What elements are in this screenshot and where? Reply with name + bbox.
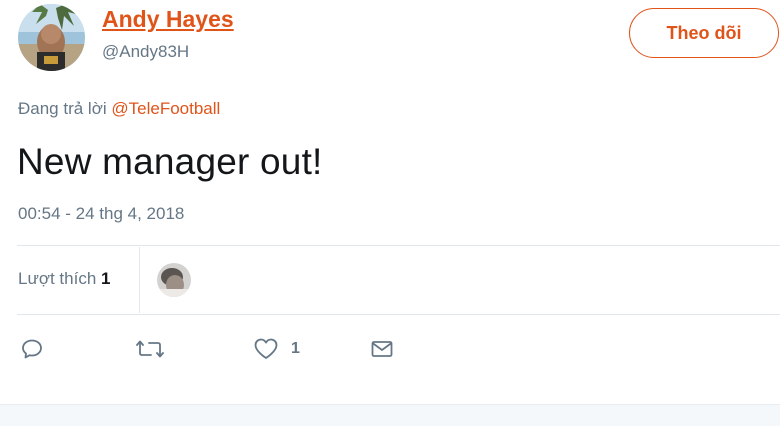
divider bbox=[17, 245, 780, 246]
heart-icon bbox=[253, 337, 279, 361]
user-handle: @Andy83H bbox=[102, 42, 190, 61]
mention-link[interactable]: @TeleFootball bbox=[111, 99, 220, 118]
user-name[interactable]: Andy Hayes bbox=[102, 6, 234, 33]
liker-avatar[interactable] bbox=[157, 263, 191, 297]
divider bbox=[17, 314, 780, 315]
tweet-timestamp[interactable]: 00:54 - 24 thg 4, 2018 bbox=[18, 204, 184, 224]
likes-separator bbox=[139, 247, 140, 313]
reply-icon bbox=[20, 337, 44, 361]
like-button[interactable]: 1 bbox=[253, 335, 300, 363]
retweet-icon bbox=[136, 337, 164, 361]
avatar[interactable] bbox=[18, 4, 85, 71]
like-count: 1 bbox=[291, 340, 300, 357]
follow-button[interactable]: Theo dõi bbox=[629, 8, 779, 58]
footer-band bbox=[0, 404, 780, 426]
replying-to: Đang trả lời @TeleFootball bbox=[18, 99, 220, 119]
reply-button[interactable] bbox=[20, 335, 44, 363]
likes-label: Lượt thích bbox=[18, 269, 97, 288]
message-button[interactable] bbox=[370, 335, 394, 363]
envelope-icon bbox=[370, 337, 394, 361]
likes-count: 1 bbox=[101, 269, 111, 288]
replying-to-label: Đang trả lời bbox=[18, 99, 107, 118]
tweet-text: New manager out! bbox=[17, 141, 323, 182]
retweet-button[interactable] bbox=[136, 335, 164, 363]
likes-stat[interactable]: Lượt thích 1 bbox=[18, 269, 111, 289]
